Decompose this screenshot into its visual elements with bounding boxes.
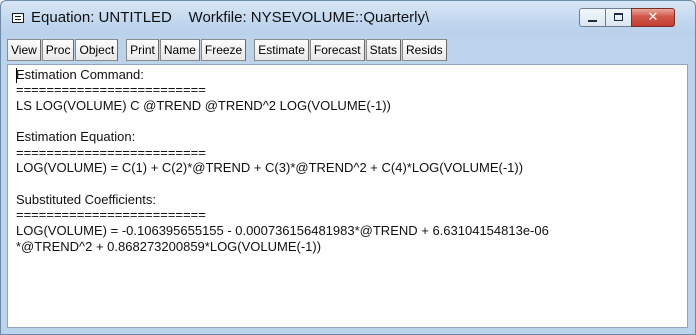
window-menu-icon[interactable] [12, 13, 24, 23]
minimize-icon [588, 20, 597, 22]
view-button[interactable]: View [7, 39, 41, 61]
substituted-coefficients-line: LOG(VOLUME) = -0.106395655155 - 0.000736… [16, 223, 549, 238]
forecast-button[interactable]: Forecast [309, 39, 365, 61]
object-button[interactable]: Object [75, 39, 119, 61]
print-button[interactable]: Print [126, 39, 159, 61]
toolbar: View Proc Object Print Name Freeze Estim… [7, 39, 448, 61]
freeze-button[interactable]: Freeze [200, 39, 247, 61]
equation-window: Equation: UNTITLED Workfile: NYSEVOLUME:… [0, 0, 696, 335]
name-button[interactable]: Name [159, 39, 200, 61]
resids-button[interactable]: Resids [401, 39, 447, 61]
maximize-icon [614, 13, 623, 21]
substituted-coefficients-line: *@TREND^2 + 0.868273200859*LOG(VOLUME(-1… [16, 239, 322, 254]
proc-button[interactable]: Proc [41, 39, 75, 61]
title-bar[interactable]: Equation: UNTITLED Workfile: NYSEVOLUME:… [1, 1, 695, 35]
separator-line: ========================= [16, 145, 206, 160]
section-heading: Estimation Equation: [16, 129, 136, 144]
stats-button[interactable]: Stats [365, 39, 401, 61]
maximize-button[interactable] [605, 8, 632, 27]
separator-line: ========================= [16, 82, 206, 97]
separator-line: ========================= [16, 207, 206, 222]
close-button[interactable]: ✕ [631, 8, 675, 27]
estimation-equation: LOG(VOLUME) = C(1) + C(2)*@TREND + C(3)*… [16, 160, 524, 175]
minimize-button[interactable] [579, 8, 606, 27]
estimation-command: LS LOG(VOLUME) C @TREND @TREND^2 LOG(VOL… [16, 98, 391, 113]
representations-view[interactable]: Estimation Command: ====================… [7, 64, 688, 328]
toolbar-separator [247, 39, 254, 61]
close-icon: ✕ [647, 10, 659, 25]
toolbar-separator [119, 39, 126, 61]
section-heading: Estimation Command: [16, 67, 144, 82]
window-title: Equation: UNTITLED Workfile: NYSEVOLUME:… [31, 9, 430, 26]
estimate-button[interactable]: Estimate [254, 39, 309, 61]
section-heading: Substituted Coefficients: [16, 192, 156, 207]
